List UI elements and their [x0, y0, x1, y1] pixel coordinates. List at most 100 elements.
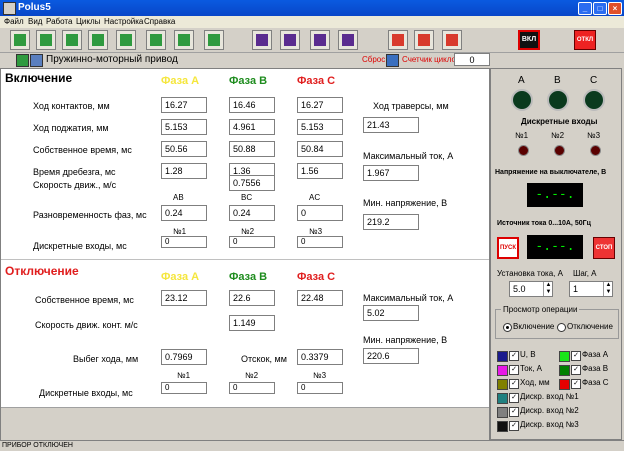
discrete-led-1	[518, 145, 529, 156]
current-display: -.--.	[527, 235, 583, 259]
legend-checkbox[interactable]: ✓	[509, 365, 519, 375]
async-ab-value: 0.24	[161, 205, 207, 221]
table-button[interactable]	[88, 30, 108, 50]
off-min-voltage-label: Мин. напряжение, В	[363, 335, 448, 345]
menu-work[interactable]: Работа	[46, 17, 72, 26]
on-max-current-value: 1.967	[363, 165, 419, 181]
off-discrete-2-value: 0	[229, 382, 275, 394]
header-strip: Пружинно-моторный привод Сброс Счетчик ц…	[0, 53, 490, 67]
status-text: ПРИБОР ОТКЛЮЧЕН	[2, 442, 73, 449]
legend-swatch	[559, 365, 570, 376]
hammer-button[interactable]	[252, 30, 272, 50]
wave-button[interactable]	[338, 30, 358, 50]
new-button[interactable]	[10, 30, 30, 50]
open-button[interactable]	[36, 30, 56, 50]
drive-icon	[16, 54, 29, 67]
rp-discrete-title: Дискретные входы	[521, 117, 598, 126]
gear1-button[interactable]	[388, 30, 408, 50]
table-icon	[92, 34, 104, 46]
radio-on-label: Включение	[513, 322, 555, 331]
off-min-voltage-value: 220.6	[363, 348, 419, 364]
menu-settings[interactable]: Настройка	[104, 17, 143, 26]
legend-swatch	[497, 351, 508, 362]
legend-label: Фаза С	[582, 378, 609, 387]
hammer-icon	[256, 34, 268, 46]
voltage-title: Напряжение на выключателе, В	[495, 169, 607, 176]
gear3-button[interactable]	[442, 30, 462, 50]
off-discrete-header-2: №2	[245, 371, 259, 380]
save-button[interactable]	[174, 30, 194, 50]
legend-label: Дискр. вход №2	[520, 406, 579, 415]
print-button[interactable]	[204, 30, 224, 50]
phase-a-indicator	[511, 89, 533, 111]
close-button[interactable]: ×	[608, 2, 622, 15]
menu-view[interactable]: Вид	[28, 17, 42, 26]
async-header-bc: BC	[241, 193, 253, 202]
off-button[interactable]: ОТКЛ	[574, 30, 596, 50]
on-button[interactable]: ВКЛ	[518, 30, 540, 50]
rebound-label: Отскок, мм	[241, 354, 287, 364]
radio-on[interactable]	[503, 323, 512, 332]
maximize-button[interactable]: □	[593, 2, 607, 15]
async-ac-value: 0	[297, 205, 343, 221]
traverse-value: 21.43	[363, 117, 419, 133]
menu-file[interactable]: Файл	[4, 17, 24, 26]
search-button[interactable]	[62, 30, 82, 50]
disk-icon	[120, 34, 132, 46]
reset-icon[interactable]	[386, 54, 399, 67]
off-max-current-label: Максимальный ток, А	[363, 293, 454, 303]
async-header-ac: AC	[309, 193, 321, 202]
overtravel-label: Выбег хода, мм	[73, 354, 139, 364]
off-own-time-c: 22.48	[297, 290, 343, 306]
legend-swatch	[497, 421, 508, 432]
menu-help[interactable]: Справка	[144, 17, 175, 26]
rp-discrete-1: №1	[515, 131, 529, 140]
step-spinner[interactable]: ▲ ▼	[603, 282, 613, 296]
stop-button[interactable]: СТОП	[593, 237, 615, 259]
discrete-led-2	[554, 145, 565, 156]
legend-checkbox[interactable]: ✓	[509, 421, 519, 431]
on-discrete-header-3: №3	[309, 227, 323, 236]
reset-button[interactable]: Сброс	[362, 55, 385, 64]
radio-off[interactable]	[557, 323, 566, 332]
legend-checkbox[interactable]: ✓	[571, 379, 581, 389]
arrows-button[interactable]	[280, 30, 300, 50]
current-set-spinner[interactable]: ▲ ▼	[543, 282, 553, 296]
async-header-ab: AB	[173, 193, 184, 202]
grid-button[interactable]	[310, 30, 330, 50]
bottom-scroll-strip[interactable]	[1, 407, 489, 440]
on-speed-label: Скорость движ., м/с	[33, 180, 117, 190]
legend-swatch	[559, 379, 570, 390]
legend-checkbox[interactable]: ✓	[571, 351, 581, 361]
legend-checkbox[interactable]: ✓	[509, 351, 519, 361]
phase-b-indicator	[547, 89, 569, 111]
off-section-title: Отключение	[5, 264, 79, 278]
traverse-label: Ход траверсы, мм	[373, 101, 449, 111]
menu-cycles[interactable]: Циклы	[76, 17, 100, 26]
gear1-icon	[392, 34, 404, 46]
legend-checkbox[interactable]: ✓	[509, 379, 519, 389]
legend-checkbox[interactable]: ✓	[509, 393, 519, 403]
async-bc-value: 0.24	[229, 205, 275, 221]
off-discrete-1-value: 0	[161, 382, 207, 394]
menu-bar: Файл Вид Работа Циклы Настройка Справка	[0, 16, 624, 28]
section-divider	[1, 259, 489, 260]
on-row-label: Ход контактов, мм	[33, 101, 110, 111]
legend-label: Фаза В	[582, 364, 609, 373]
start-button[interactable]: ПУСК	[497, 237, 519, 259]
off-own-time-label: Собственное время, мс	[35, 295, 134, 305]
minimize-button[interactable]: _	[578, 2, 592, 15]
disk-button[interactable]	[116, 30, 136, 50]
legend-checkbox[interactable]: ✓	[571, 365, 581, 375]
save-icon	[178, 34, 190, 46]
legend-checkbox[interactable]: ✓	[509, 407, 519, 417]
on-speed-value: 0.7556	[229, 175, 275, 191]
phase-c-indicator	[583, 89, 605, 111]
chart-button[interactable]	[146, 30, 166, 50]
on-row-value-b: 16.46	[229, 97, 275, 113]
rp-discrete-3: №3	[587, 131, 601, 140]
on-discrete-label: Дискретные входы, мс	[33, 241, 127, 251]
legend-swatch	[497, 393, 508, 404]
print-icon	[208, 34, 220, 46]
gear2-button[interactable]	[414, 30, 434, 50]
